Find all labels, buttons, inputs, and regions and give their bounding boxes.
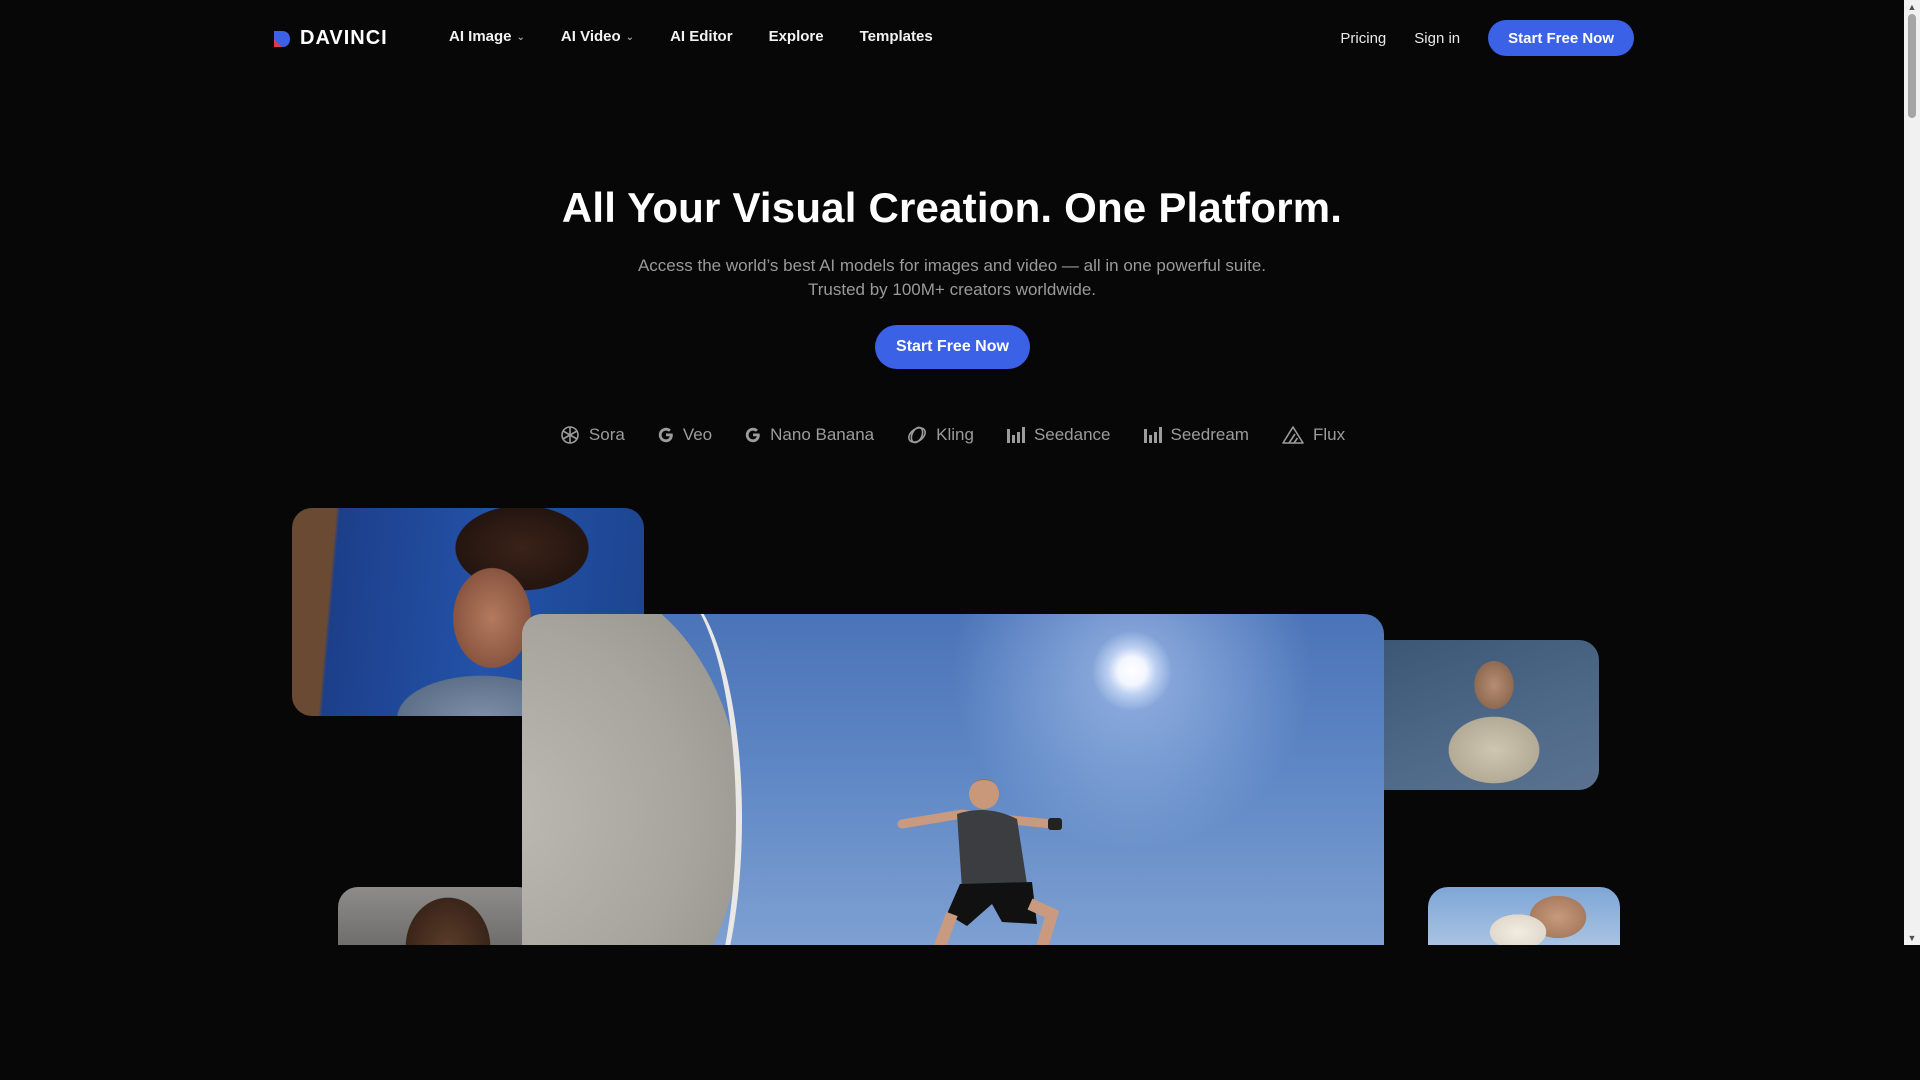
nav-templates[interactable]: Templates — [860, 28, 933, 45]
logo-icon — [274, 30, 290, 47]
pricing-link[interactable]: Pricing — [1340, 30, 1386, 47]
sign-in-link[interactable]: Sign in — [1414, 30, 1460, 47]
gallery-image-skater-featured[interactable] — [522, 614, 1384, 945]
model-name: Seedream — [1170, 425, 1249, 444]
model-sora: Sora — [559, 424, 625, 446]
scroll-up-icon[interactable]: ▲ — [1904, 0, 1920, 14]
chevron-down-icon: ⌄ — [625, 32, 635, 43]
below-viewport-area — [0, 945, 1920, 1080]
model-nano-banana: Nano Banana — [744, 424, 874, 446]
site-header: DAVINCI AI Image ⌄ AI Video ⌄ AI Editor … — [0, 0, 1904, 76]
header-actions: Pricing Sign in Start Free Now — [1340, 20, 1634, 56]
page-scrollbar[interactable]: ▲ ▼ — [1904, 0, 1920, 945]
scroll-thumb[interactable] — [1908, 14, 1916, 118]
model-name: Seedance — [1033, 425, 1111, 444]
nav-label: AI Image — [449, 28, 512, 45]
model-name: Veo — [682, 425, 713, 444]
model-name: Kling — [936, 425, 974, 444]
model-name: Sora — [588, 425, 625, 444]
model-name: Flux — [1312, 425, 1346, 444]
model-strip: Sora Veo Nano Banana Kling Seedance Seed… — [0, 424, 1904, 446]
openai-icon — [561, 426, 579, 444]
main-nav: AI Image ⌄ AI Video ⌄ AI Editor Explore … — [449, 28, 969, 45]
model-seedream: Seedream — [1143, 424, 1249, 446]
gallery-image-woman-hat[interactable] — [1428, 887, 1620, 945]
hero-title: All Your Visual Creation. One Platform. — [561, 184, 1343, 231]
nav-ai-image[interactable]: AI Image ⌄ — [449, 28, 525, 45]
nav-label: AI Editor — [670, 28, 733, 45]
model-veo: Veo — [657, 424, 712, 446]
kling-icon — [908, 426, 927, 444]
bar-chart-icon — [1006, 427, 1025, 443]
hero-subtitle-line: Access the world’s best AI models for im… — [637, 256, 1267, 275]
nav-explore[interactable]: Explore — [769, 28, 824, 45]
gallery-image-woman-bicycle[interactable] — [1384, 640, 1599, 790]
model-seedance: Seedance — [1006, 424, 1111, 446]
google-icon — [658, 427, 673, 443]
page-viewport: DAVINCI AI Image ⌄ AI Video ⌄ AI Editor … — [0, 0, 1904, 945]
nav-label: Explore — [768, 28, 824, 45]
scroll-down-icon[interactable]: ▼ — [1904, 931, 1920, 945]
brand-logo[interactable]: DAVINCI — [272, 27, 388, 50]
nav-ai-editor[interactable]: AI Editor — [670, 28, 733, 45]
bar-chart-icon — [1143, 427, 1162, 443]
hero-subtitle-line: Trusted by 100M+ creators worldwide. — [807, 280, 1097, 299]
skate-bowl-edge — [592, 614, 742, 945]
skater-figure — [897, 779, 1062, 945]
chevron-down-icon: ⌄ — [516, 32, 525, 43]
hero-subtitle: Access the world’s best AI models for im… — [0, 254, 1904, 302]
gallery-image-man-glasses[interactable] — [338, 887, 538, 945]
model-flux: Flux — [1281, 424, 1345, 446]
nav-ai-video[interactable]: AI Video ⌄ — [561, 28, 634, 45]
hero-start-free-button[interactable]: Start Free Now — [875, 325, 1030, 369]
nav-label: AI Video — [560, 28, 621, 45]
header-start-free-button[interactable]: Start Free Now — [1488, 20, 1634, 56]
google-icon — [745, 427, 760, 443]
triangle-icon — [1282, 426, 1304, 444]
nav-label: Templates — [859, 28, 933, 45]
model-name: Nano Banana — [770, 425, 875, 444]
brand-name: DAVINCI — [300, 27, 388, 49]
model-kling: Kling — [906, 424, 974, 446]
